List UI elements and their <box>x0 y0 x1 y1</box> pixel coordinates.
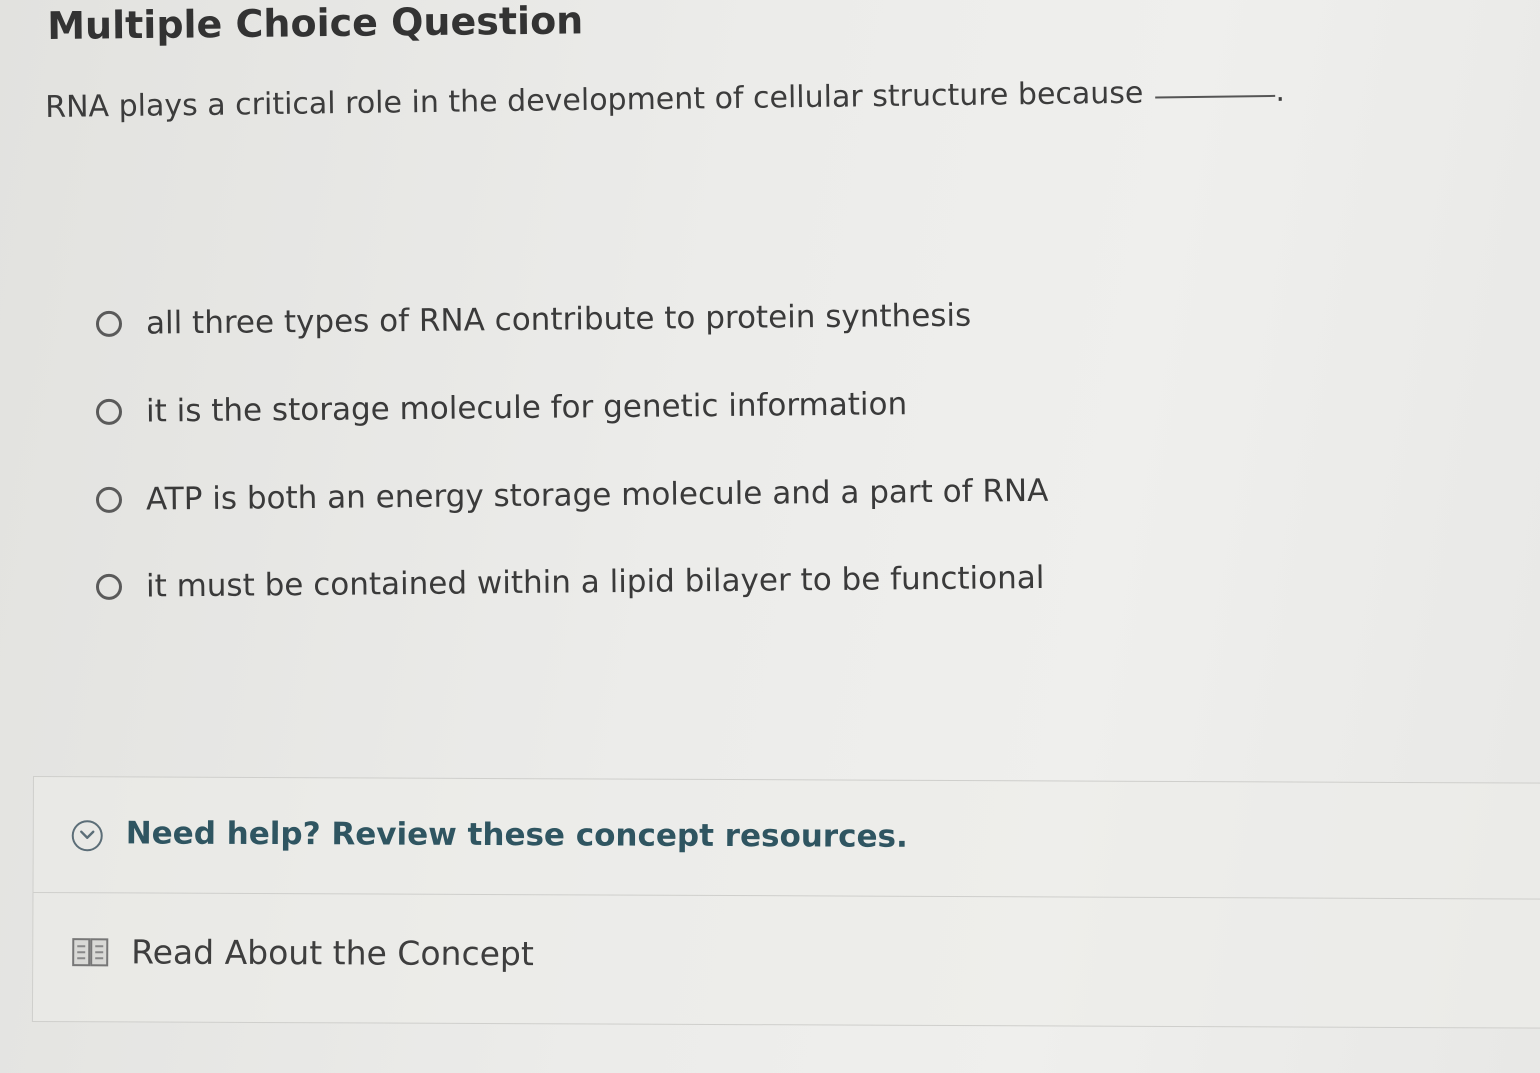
question-end-punctuation: . <box>1275 73 1286 109</box>
read-about-concept-link[interactable]: Read About the Concept <box>71 932 534 973</box>
radio-button[interactable] <box>95 486 123 513</box>
choice-option-2[interactable]: it is the storage molecule for genetic i… <box>95 386 908 430</box>
question-text: RNA plays a critical role in the develop… <box>45 75 1144 125</box>
resource-label: Read About the Concept <box>131 932 534 974</box>
choice-option-3[interactable]: ATP is both an energy storage molecule a… <box>95 472 1049 518</box>
page-title: Multiple Choice Question <box>47 0 584 48</box>
choice-label: it is the storage molecule for genetic i… <box>145 386 908 430</box>
question-page: Multiple Choice Question RNA plays a cri… <box>0 0 1540 1073</box>
chevron-down-circle-icon[interactable] <box>71 820 103 852</box>
concept-resources-panel: Need help? Review these concept resource… <box>31 776 1540 1029</box>
choice-option-1[interactable]: all three types of RNA contribute to pro… <box>95 297 972 342</box>
question-prompt: RNA plays a critical role in the develop… <box>45 74 1285 125</box>
radio-button[interactable] <box>95 310 123 337</box>
concept-resources-toggle[interactable]: Need help? Review these concept resource… <box>33 777 1540 900</box>
book-icon <box>72 937 109 966</box>
choice-label: ATP is both an energy storage molecule a… <box>145 472 1049 518</box>
radio-button[interactable] <box>95 398 123 425</box>
choice-option-4[interactable]: it must be contained within a lipid bila… <box>95 559 1045 605</box>
radio-button[interactable] <box>95 573 123 600</box>
choice-label: all three types of RNA contribute to pro… <box>145 297 972 342</box>
choice-label: it must be contained within a lipid bila… <box>145 559 1045 605</box>
concept-resources-title: Need help? Review these concept resource… <box>125 815 908 855</box>
answer-blank <box>1155 93 1276 99</box>
